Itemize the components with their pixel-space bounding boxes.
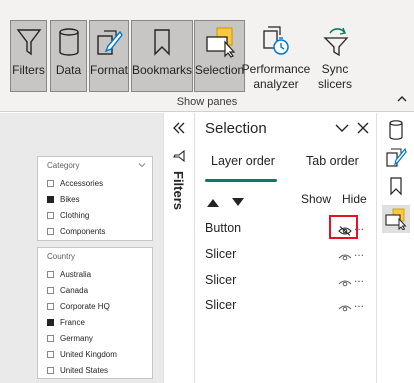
move-up-icon[interactable] [207,194,219,212]
report-canvas: Category Accessories Bikes Clothing Comp… [0,113,163,383]
sync-label-line1: Sync [321,62,349,76]
more-options-icon[interactable]: ... [354,296,364,310]
checkbox[interactable] [47,179,54,187]
slicer-item-label: Clothing [60,210,90,220]
chevron-down-icon[interactable] [138,161,146,175]
checkbox[interactable] [47,366,54,374]
tab-tab-order[interactable]: Tab order [306,154,359,168]
tab-layer-order[interactable]: Layer order [211,154,275,168]
filter-funnel-icon [173,149,185,168]
format-paintbrush-icon [94,21,124,63]
format-button-label: Format [90,63,129,77]
close-icon[interactable] [355,120,371,136]
filters-pane-collapsed: Filters [163,113,193,383]
slicer-item[interactable]: Germany [38,330,152,346]
selection-pane: Selection Layer order Tab order Show Hid… [194,113,376,383]
country-slicer[interactable]: Country Australia Canada Corporate HQ Fr… [37,247,153,379]
slicer-item-label: Accessories [60,178,104,188]
sync-slicers-icon [319,20,351,62]
slicer-item-label: Canada [60,285,89,295]
filters-pane-label[interactable]: Filters [171,171,186,210]
more-options-icon[interactable]: ... [354,271,364,285]
layer-item-button[interactable]: Button [205,221,241,235]
checkbox[interactable] [47,350,54,358]
performance-analyzer-button[interactable]: Performance analyzer [242,20,310,92]
chevron-down-icon[interactable] [334,120,350,136]
checkbox[interactable] [47,211,54,219]
bookmark-icon [152,21,172,63]
selection-pane-button[interactable]: Selection [194,20,245,92]
selection-button-label: Selection [194,63,245,77]
selection-pane-title: Selection [205,120,267,137]
layer-item-slicer[interactable]: Slicer [205,298,236,312]
database-icon [57,21,81,63]
eye-icon[interactable] [338,249,352,261]
slicer-item[interactable]: Bikes [38,191,152,207]
eye-icon[interactable] [338,300,352,312]
slicer-item[interactable]: Corporate HQ [38,298,152,314]
slicer-item[interactable]: United Kingdom [38,346,152,362]
format-paintbrush-icon[interactable] [382,143,410,171]
filters-pane-button[interactable]: Filters [10,20,47,92]
slicer-item-label: Australia [60,269,92,279]
slicer-item-label: United Kingdom [60,349,117,359]
filter-funnel-icon [16,21,42,63]
bookmark-icon[interactable] [382,172,410,200]
checkbox[interactable] [47,318,54,326]
slicer-item-label: Components [60,226,106,236]
checkbox[interactable] [47,227,54,235]
data-button-label: Data [55,63,82,77]
slicer-item-label: Corporate HQ [60,301,110,311]
slicer-item-label: Germany [60,333,93,343]
slicer-item[interactable]: United States [38,362,152,378]
ribbon: Filters Data Format Bookmarks Selection … [0,0,414,112]
bookmarks-pane-button[interactable]: Bookmarks [131,20,193,92]
checkbox[interactable] [47,334,54,342]
slicer-item[interactable]: Accessories [38,175,152,191]
slicer-item-label: France [60,317,85,327]
slicer-header-label: Country [47,252,76,261]
selection-pane-icon [203,21,237,63]
slicer-header: Category [38,161,152,175]
layer-item-slicer[interactable]: Slicer [205,273,236,287]
selection-pane-icon[interactable] [382,205,410,233]
hide-all-button[interactable]: Hide [342,192,367,206]
slicer-item[interactable]: Clothing [38,207,152,223]
slicer-item[interactable]: France [38,314,152,330]
show-panes-group-label: Show panes [176,96,238,108]
active-tab-indicator [205,179,277,182]
sync-slicers-button[interactable]: Sync slicers [313,20,357,92]
slicer-header: Country [38,252,152,266]
bookmarks-button-label: Bookmarks [131,63,193,77]
move-down-icon[interactable] [232,194,244,212]
slicer-item-label: Bikes [60,194,80,204]
stopwatch-icon [260,20,292,62]
sync-label-line2: slicers [317,77,352,91]
collapse-ribbon-icon[interactable] [396,93,408,105]
checkbox[interactable] [47,286,54,294]
pane-switcher-strip [376,113,414,383]
double-chevron-left-icon[interactable] [172,121,186,140]
database-icon[interactable] [382,116,410,144]
hidden-visual-highlight [329,215,358,239]
performance-label-line1: Performance [241,62,311,76]
filters-button-label: Filters [12,63,45,77]
checkbox[interactable] [47,195,54,203]
slicer-item-label: United States [60,365,109,375]
checkbox[interactable] [47,302,54,310]
layer-item-slicer[interactable]: Slicer [205,247,236,261]
data-pane-button[interactable]: Data [50,20,87,92]
slicer-header-label: Category [47,161,80,170]
slicer-item[interactable]: Canada [38,282,152,298]
show-all-button[interactable]: Show [301,192,331,206]
performance-label-line2: analyzer [253,77,299,91]
eye-icon[interactable] [338,275,352,287]
format-pane-button[interactable]: Format [89,20,129,92]
slicer-item[interactable]: Australia [38,266,152,282]
slicer-item[interactable]: Components [38,223,152,239]
category-slicer[interactable]: Category Accessories Bikes Clothing Comp… [37,156,153,241]
more-options-icon[interactable]: ... [354,245,364,259]
checkbox[interactable] [47,270,54,278]
